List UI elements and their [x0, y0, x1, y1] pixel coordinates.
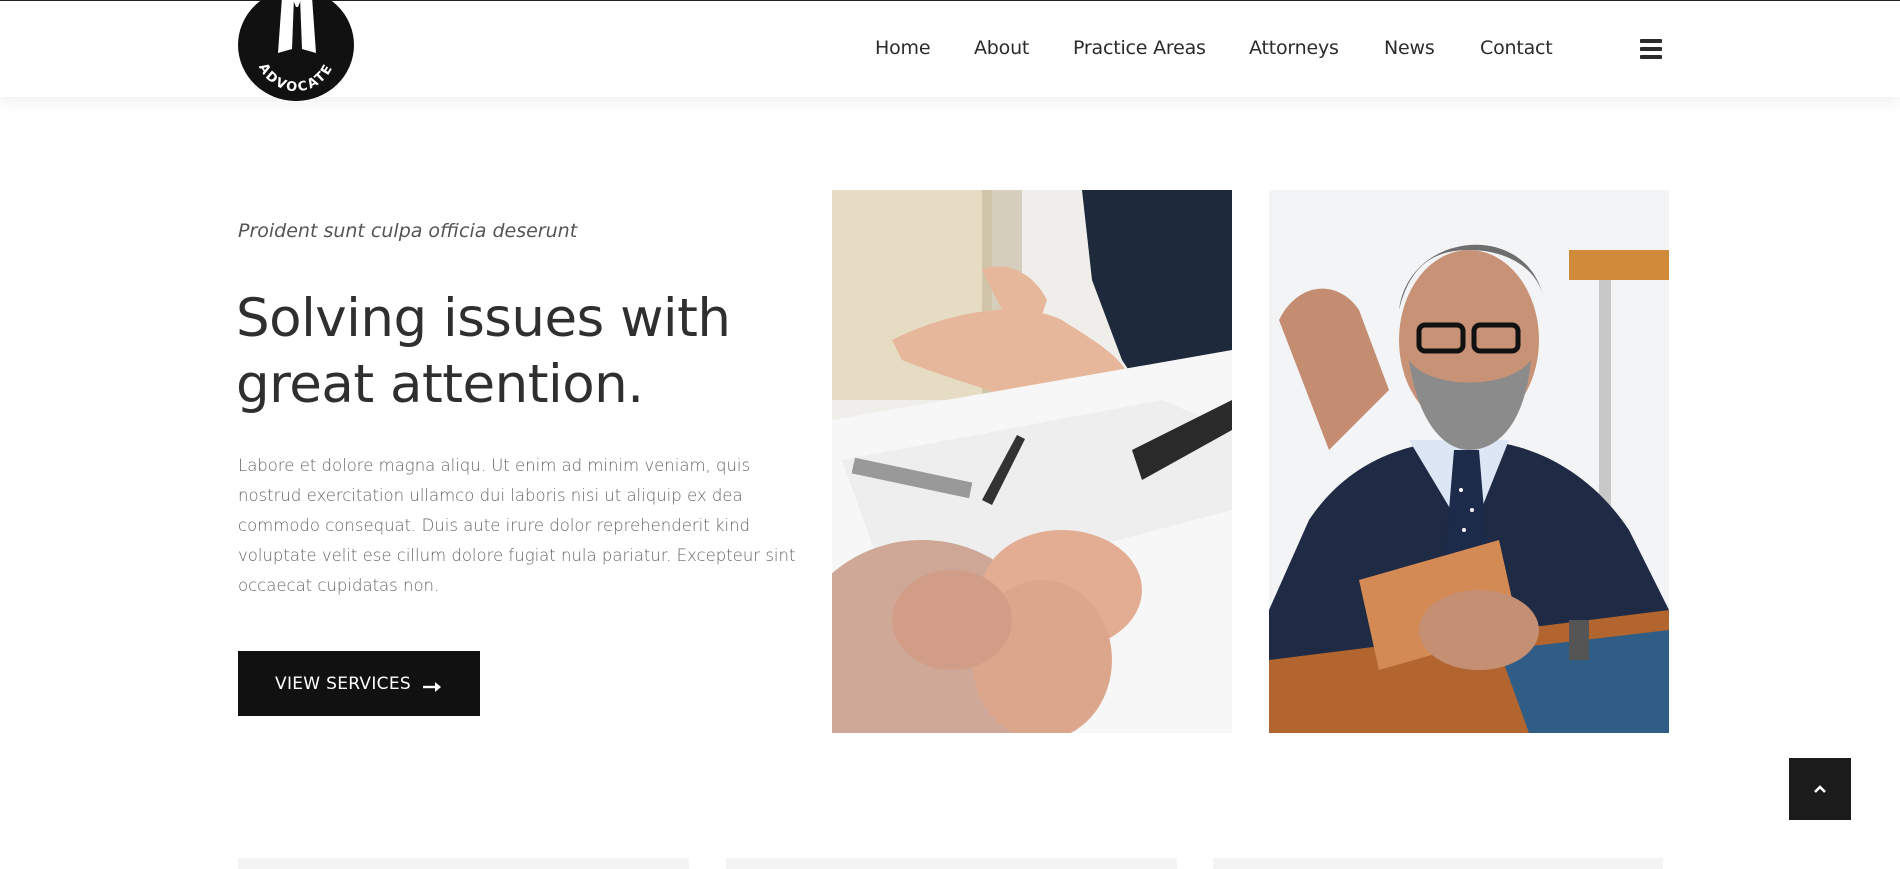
main-nav: Home About Practice Areas Attorneys News…: [0, 1, 1900, 97]
description-line: nostrud exercitation ullamco dui laboris…: [238, 486, 743, 505]
headline-line-2: great attention.: [236, 354, 644, 415]
description-line: commodo consequat. Duis aute irure dolor…: [238, 516, 750, 535]
nav-news[interactable]: News: [1384, 37, 1435, 59]
hero-headline: Solving issues with great attention.: [236, 286, 796, 418]
headline-line-1: Solving issues with: [236, 288, 731, 349]
service-card: [726, 858, 1177, 869]
hero-description: Labore et dolore magna aliqu. Ut enim ad…: [238, 451, 796, 601]
service-card: [238, 858, 689, 869]
arrow-right-icon: [422, 678, 443, 692]
handshake-meeting-photo: [832, 190, 1232, 733]
nav-practice-areas[interactable]: Practice Areas: [1073, 37, 1206, 59]
description-line: voluptate velit ese cillum dolore fugiat…: [238, 546, 796, 565]
service-card: [1213, 858, 1663, 869]
view-services-label: VIEW SERVICES: [275, 673, 411, 694]
nav-attorneys[interactable]: Attorneys: [1249, 37, 1339, 59]
nav-home[interactable]: Home: [875, 37, 931, 59]
lawyer-reading-tablet-photo: [1269, 190, 1669, 733]
description-line: occaecat cupidatas non.: [238, 576, 440, 595]
view-services-button[interactable]: VIEW SERVICES: [238, 651, 480, 716]
back-to-top-button[interactable]: [1789, 758, 1851, 820]
site-header: ADVOCATE Home About Practice Areas Attor…: [0, 0, 1900, 101]
description-line: Labore et dolore magna aliqu. Ut enim ad…: [238, 456, 751, 475]
hero-eyebrow: Proident sunt culpa officia deserunt: [238, 220, 578, 242]
nav-about[interactable]: About: [974, 37, 1029, 59]
nav-contact[interactable]: Contact: [1480, 37, 1553, 59]
hamburger-menu-icon[interactable]: [1640, 39, 1662, 59]
